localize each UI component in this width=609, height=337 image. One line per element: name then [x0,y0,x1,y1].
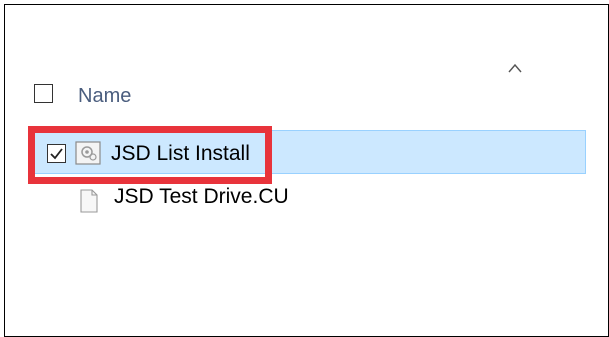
select-all-checkbox[interactable] [34,84,53,103]
column-header-name[interactable]: Name [78,84,131,108]
chevron-up-icon[interactable] [507,62,523,74]
blank-file-icon [80,189,98,213]
file-name[interactable]: JSD Test Drive.CU [114,184,289,210]
highlight-annotation [28,126,272,184]
